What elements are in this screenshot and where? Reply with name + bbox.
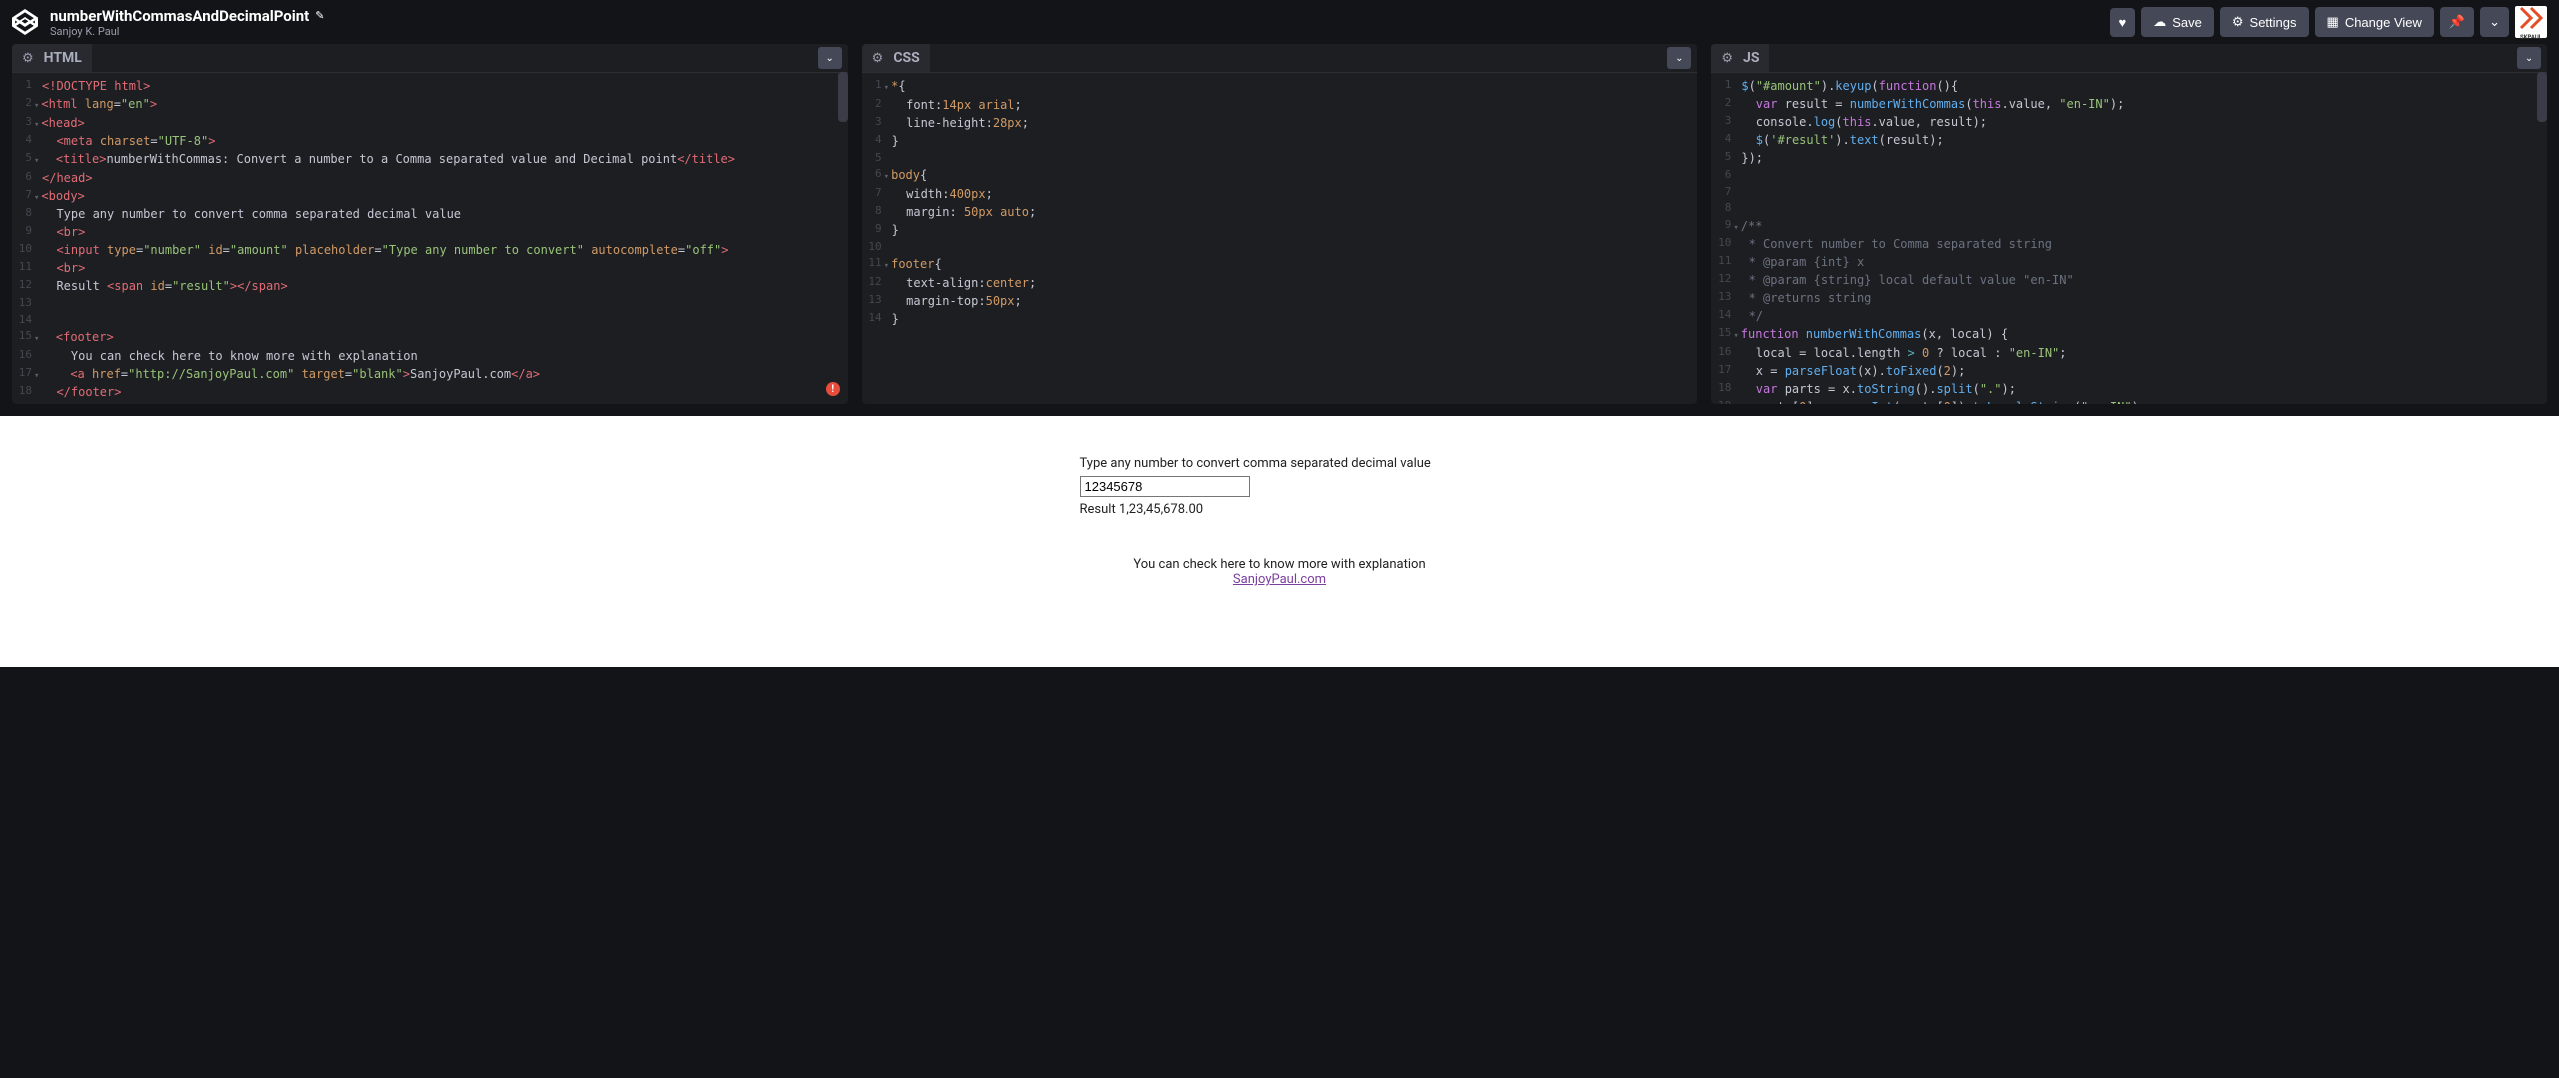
html-panel: ⚙ HTML ⌄ 1<!DOCTYPE html>2▾<html lang="e… <box>12 44 848 404</box>
layout-icon: ▦ <box>2327 14 2339 30</box>
cloud-icon: ☁ <box>2153 14 2166 30</box>
js-panel-title: JS <box>1743 50 1759 66</box>
result-value: 1,23,45,678.00 <box>1119 502 1203 517</box>
chevron-down-icon: ⌄ <box>1675 53 1683 64</box>
html-panel-header: ⚙ HTML ⌄ <box>12 44 848 73</box>
html-collapse-button[interactable]: ⌄ <box>818 47 842 69</box>
css-panel-header: ⚙ CSS ⌄ <box>862 44 1698 73</box>
save-label: Save <box>2172 15 2202 30</box>
scroll-thumb[interactable] <box>838 72 848 122</box>
result-body: Type any number to convert comma separat… <box>1080 456 1480 587</box>
css-panel-title: CSS <box>893 50 919 66</box>
title-block: numberWithCommasAndDecimalPoint ✎ Sanjoy… <box>50 7 324 38</box>
css-panel: ⚙ CSS ⌄ 1▾*{2 font:14px arial;3 line-hei… <box>862 44 1698 404</box>
css-editor[interactable]: 1▾*{2 font:14px arial;3 line-height:28px… <box>862 73 1698 404</box>
chevron-down-icon: ⌄ <box>825 53 833 64</box>
change-view-button[interactable]: ▦ Change View <box>2315 7 2434 37</box>
heart-icon: ♥ <box>2119 15 2127 30</box>
footer-text: You can check here to know more with exp… <box>1133 557 1425 572</box>
html-editor[interactable]: 1<!DOCTYPE html>2▾<html lang="en">3▾<hea… <box>12 73 848 404</box>
footer-link[interactable]: SanjoyPaul.com <box>1233 572 1326 587</box>
css-collapse-button[interactable]: ⌄ <box>1667 47 1691 69</box>
chevron-down-icon: ⌄ <box>2525 53 2533 64</box>
codepen-logo-icon[interactable] <box>12 9 38 35</box>
result-label: Result <box>1080 502 1119 517</box>
pen-author[interactable]: Sanjoy K. Paul <box>50 25 324 38</box>
js-collapse-button[interactable]: ⌄ <box>2517 47 2541 69</box>
save-button[interactable]: ☁ Save <box>2141 7 2214 37</box>
pin-icon: 📌 <box>2449 14 2465 30</box>
settings-label: Settings <box>2250 15 2297 30</box>
heart-button[interactable]: ♥ <box>2110 8 2136 37</box>
html-panel-title: HTML <box>44 50 82 66</box>
result-prompt: Type any number to convert comma separat… <box>1080 456 1431 471</box>
header-right: ♥ ☁ Save ⚙ Settings ▦ Change View 📌 ⌄ SKPAU… <box>2110 6 2547 38</box>
js-editor[interactable]: 1$("#amount").keyup(function(){2 var res… <box>1711 73 2547 404</box>
edit-title-icon[interactable]: ✎ <box>315 9 324 22</box>
pen-title[interactable]: numberWithCommasAndDecimalPoint <box>50 7 309 25</box>
editor-panels: ⚙ HTML ⌄ 1<!DOCTYPE html>2▾<html lang="e… <box>0 44 2559 416</box>
gear-icon[interactable]: ⚙ <box>22 51 34 66</box>
js-panel-header: ⚙ JS ⌄ <box>1711 44 2547 73</box>
error-badge-icon[interactable]: ! <box>826 382 840 396</box>
result-frame: Type any number to convert comma separat… <box>0 416 2559 667</box>
avatar-text: SKPAUL <box>2517 4 2545 41</box>
js-panel: ⚙ JS ⌄ 1$("#amount").keyup(function(){2 … <box>1711 44 2547 404</box>
result-footer: You can check here to know more with exp… <box>1080 557 1480 587</box>
chevron-down-icon: ⌄ <box>2489 14 2500 30</box>
pin-button[interactable]: 📌 <box>2440 7 2474 37</box>
gear-icon[interactable]: ⚙ <box>872 51 884 66</box>
gear-icon[interactable]: ⚙ <box>1721 51 1733 66</box>
settings-button[interactable]: ⚙ Settings <box>2220 7 2309 37</box>
change-view-label: Change View <box>2345 15 2422 30</box>
amount-input[interactable] <box>1080 476 1250 497</box>
scroll-thumb[interactable] <box>2537 72 2547 122</box>
header-left: numberWithCommasAndDecimalPoint ✎ Sanjoy… <box>12 7 324 38</box>
avatar[interactable]: SKPAUL <box>2515 6 2547 38</box>
gear-icon: ⚙ <box>2232 14 2244 30</box>
app-header: numberWithCommasAndDecimalPoint ✎ Sanjoy… <box>0 0 2559 44</box>
more-button[interactable]: ⌄ <box>2480 7 2509 37</box>
